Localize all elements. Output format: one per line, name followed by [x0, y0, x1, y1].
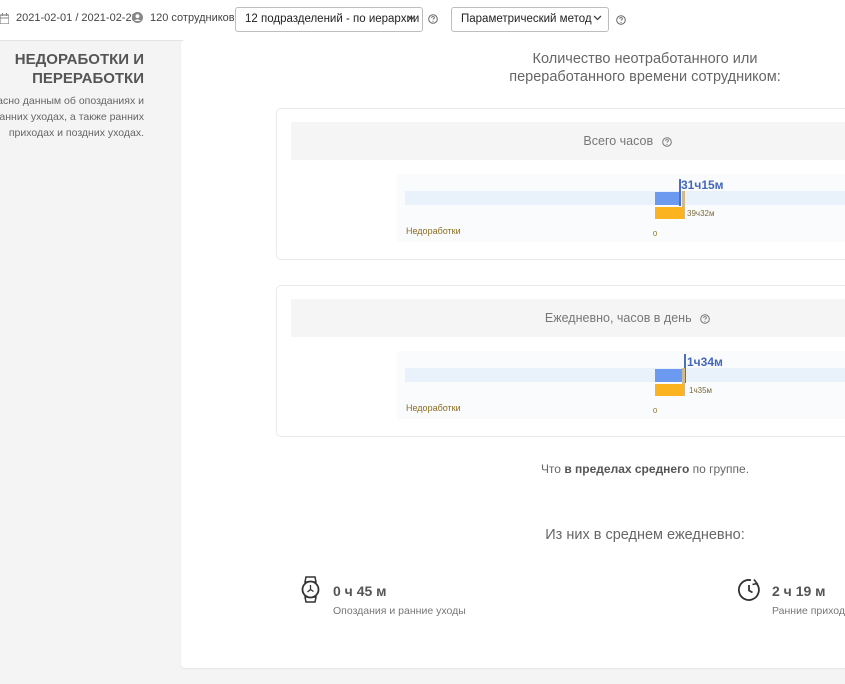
sidebar-desc-line: асно данным об опозданиях и: [0, 95, 144, 107]
axis-zero-label: 0: [653, 229, 658, 238]
axis-left-label: Недоработки: [406, 403, 461, 413]
sidebar-title: НЕДОРАБОТКИ И ПЕРЕРАБОТКИ: [15, 50, 144, 88]
help-icon[interactable]: [661, 137, 672, 147]
note-highlight: в пределах среднего: [564, 462, 690, 476]
average-bar: [655, 207, 684, 219]
chevron-down-icon: [407, 15, 416, 21]
filter-bar: 2021-02-01 / 2021-02-28 120 сотрудников …: [0, 0, 845, 41]
employees-count[interactable]: 120 сотрудников: [150, 12, 235, 24]
deviation-chart: 1ч34м 1ч35м Недоработки 0: [397, 351, 845, 419]
sidebar-description: асно данным об опозданиях и анних уходах…: [0, 93, 144, 141]
user-icon: [132, 12, 143, 23]
stat-late-label: Опоздания и ранние уходы: [333, 605, 466, 617]
value-label: 31ч15м: [681, 178, 724, 192]
sidebar-desc-line: приходах и поздних уходах.: [8, 127, 144, 139]
page-title: Количество неотработанного или переработ…: [460, 50, 830, 86]
value-label: 1ч34м: [687, 355, 723, 369]
watch-icon: [301, 576, 320, 603]
page-title-line: Количество неотработанного или: [532, 51, 758, 67]
method-select-value: Параметрический метод: [461, 13, 592, 25]
axis-left-label: Недоработки: [406, 226, 461, 236]
clock-icon: [737, 579, 760, 601]
card-header: Всего часов: [291, 122, 845, 160]
average-label: 1ч35м: [689, 386, 713, 395]
page-title-line: переработанного времени сотрудником:: [509, 69, 781, 85]
daily-heading: Из них в среднем ежедневно:: [545, 527, 745, 543]
calendar-icon[interactable]: [0, 13, 9, 24]
help-icon[interactable]: [428, 14, 438, 24]
method-select[interactable]: Параметрический метод: [451, 7, 609, 32]
departments-select[interactable]: 12 подразделений - по иерархии: [235, 7, 423, 32]
chevron-down-icon: [593, 15, 602, 21]
group-note: Что в пределах среднего по группе.: [460, 462, 830, 476]
period-text[interactable]: 2021-02-01 / 2021-02-28: [16, 12, 138, 24]
sidebar-title-line: ПЕРЕРАБОТКИ: [32, 70, 144, 87]
total-hours-card: Всего часов 31ч15м 39ч32м Недоработки 0: [276, 108, 845, 260]
value-bar: [655, 192, 680, 205]
stat-early-label: Ранние приход: [772, 605, 845, 617]
stat-late-value: 0 ч 45 м: [333, 583, 387, 599]
card-title: Ежедневно, часов в день: [544, 311, 692, 325]
note-prefix: Что: [540, 462, 561, 476]
chart-track: [405, 368, 845, 382]
card-header: Ежедневно, часов в день: [291, 299, 845, 337]
help-icon[interactable]: [700, 314, 710, 324]
axis-zero-label: 0: [653, 406, 658, 415]
deviation-chart: 31ч15м 39ч32м Недоработки 0: [397, 174, 845, 242]
departments-select-value: 12 подразделений - по иерархии: [245, 13, 420, 25]
note-suffix: по группе.: [692, 462, 750, 476]
daily-hours-card: Ежедневно, часов в день 1ч34м 1ч35м Недо…: [276, 285, 845, 437]
average-bar: [655, 384, 684, 396]
card-title: Всего часов: [583, 134, 654, 148]
sidebar-title-line: НЕДОРАБОТКИ И: [14, 51, 144, 68]
chart-track: [405, 191, 845, 205]
stat-early-value: 2 ч 19 м: [772, 583, 826, 599]
sidebar-desc-line: анних уходах, а также ранних: [0, 111, 144, 123]
average-label: 39ч32м: [687, 209, 715, 218]
value-bar: [655, 369, 683, 382]
help-icon[interactable]: [616, 15, 626, 25]
